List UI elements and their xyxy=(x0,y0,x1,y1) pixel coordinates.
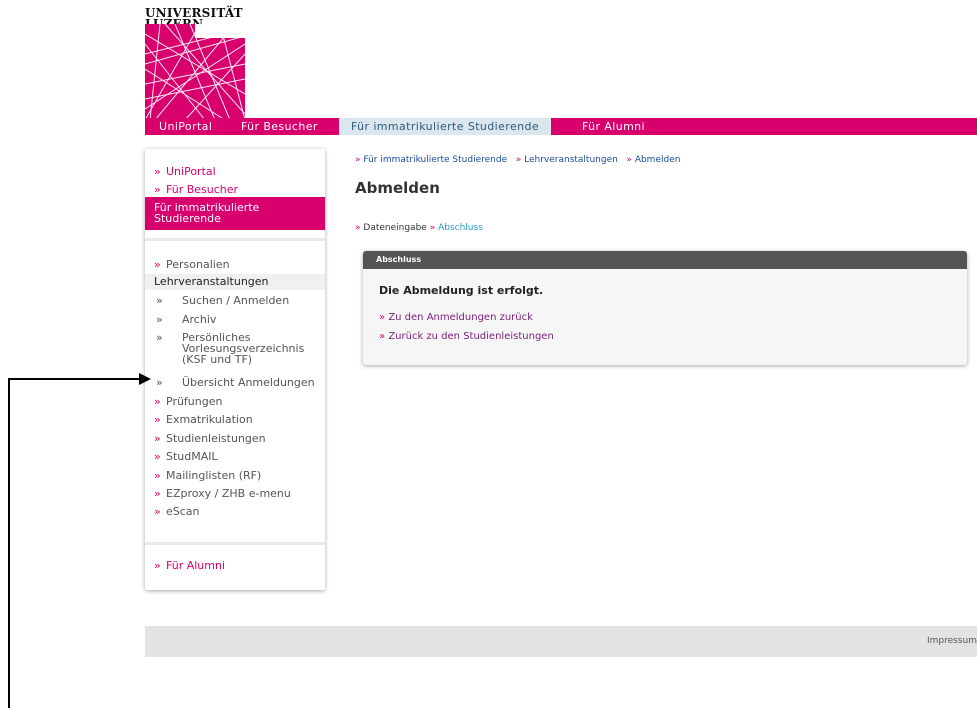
bullet-icon: » xyxy=(154,450,161,463)
bullet-icon: » xyxy=(156,294,163,307)
bullet-icon: » xyxy=(154,487,161,500)
logo-pattern-icon xyxy=(145,24,245,120)
bullet-icon: » xyxy=(156,376,163,389)
page-title: Abmelden xyxy=(355,179,440,197)
sidebar-item-label: Übersicht Anmeldungen xyxy=(182,376,315,389)
breadcrumb-lehrveranstaltungen[interactable]: Lehrveranstaltungen xyxy=(524,155,618,165)
bullet-icon: » xyxy=(154,469,161,482)
success-message: Die Abmeldung ist erfolgt. xyxy=(379,284,544,297)
result-panel: Abschluss Die Abmeldung ist erfolgt. » Z… xyxy=(363,251,967,365)
sidebar-item-label: UniPortal xyxy=(166,165,216,178)
back-to-studienleistungen-link[interactable]: » Zurück zu den Studienleistungen xyxy=(379,331,554,342)
link-marker-icon: » xyxy=(379,312,386,323)
footer: Impressum xyxy=(145,626,977,657)
sidebar-item-label: Lehrveranstaltungen xyxy=(154,275,269,288)
link-label: Zurück zu den Studienleistungen xyxy=(388,331,554,342)
bullet-icon: » xyxy=(154,413,161,426)
sidebar-divider xyxy=(145,542,325,545)
breadcrumb-separator-icon: » xyxy=(626,155,632,165)
bullet-icon: » xyxy=(154,165,161,178)
bullet-icon: » xyxy=(154,258,161,271)
breadcrumb-separator-icon: » xyxy=(355,155,361,165)
bullet-icon: » xyxy=(156,331,163,344)
sidebar-item-label: Archiv xyxy=(182,313,217,326)
sidebar-item-label: eScan xyxy=(166,505,200,518)
bullet-icon: » xyxy=(156,313,163,326)
breadcrumb-abmelden[interactable]: Abmelden xyxy=(635,155,681,165)
step-abschluss: Abschluss xyxy=(438,223,483,233)
sidebar-item-label: Für Alumni xyxy=(166,559,226,572)
nav-fuer-besucher[interactable]: Für Besucher xyxy=(241,118,318,135)
breadcrumb-studierende[interactable]: Für immatrikulierte Studierende xyxy=(363,155,507,165)
sidebar-item-label: Prüfungen xyxy=(166,395,223,408)
bullet-icon: » xyxy=(154,183,161,196)
sidebar-item-label: Studienleistungen xyxy=(166,432,266,445)
breadcrumb: » Für immatrikulierte Studierende » Lehr… xyxy=(355,155,680,165)
sidebar-item-label: Für Besucher xyxy=(166,183,239,196)
sidebar: » UniPortal » Für Besucher Für immatriku… xyxy=(145,149,325,590)
bullet-icon: » xyxy=(154,432,161,445)
step-marker-icon: » xyxy=(355,223,361,233)
back-to-registrations-link[interactable]: » Zu den Anmeldungen zurück xyxy=(379,312,533,323)
bullet-icon: » xyxy=(154,395,161,408)
step-marker-icon: » xyxy=(429,223,436,233)
panel-header: Abschluss xyxy=(363,251,967,269)
step-dateneingabe: Dateneingabe xyxy=(363,223,427,233)
sidebar-item-label: Mailinglisten (RF) xyxy=(166,469,262,482)
sidebar-item-label: StudMAIL xyxy=(166,450,218,463)
nav-fuer-alumni[interactable]: Für Alumni xyxy=(582,118,645,135)
panel-header-title: Abschluss xyxy=(376,255,422,264)
main-navigation: UniPortal Für Besucher Für immatrikulier… xyxy=(145,118,977,135)
nav-uniportal[interactable]: UniPortal xyxy=(159,118,212,135)
sidebar-item-label: Exmatrikulation xyxy=(166,413,253,426)
link-marker-icon: » xyxy=(379,331,386,342)
university-logo[interactable]: UNIVERSITÄT LUZERN xyxy=(145,7,245,120)
bullet-icon: » xyxy=(154,559,161,572)
nav-fuer-immatrikulierte-studierende[interactable]: Für immatrikulierte Studierende xyxy=(339,118,552,135)
sidebar-item-label: Suchen / Anmelden xyxy=(182,294,290,307)
bullet-icon: » xyxy=(154,505,161,518)
sidebar-item-label-line2: Studierende xyxy=(154,212,221,225)
sidebar-item-label-line3: (KSF und TF) xyxy=(182,353,253,366)
sidebar-item-lehrveranstaltungen[interactable]: Lehrveranstaltungen xyxy=(145,274,325,290)
breadcrumb-separator-icon: » xyxy=(515,155,522,165)
impressum-link[interactable]: Impressum xyxy=(927,636,977,646)
sidebar-item-label: Personalien xyxy=(166,258,230,271)
link-label: Zu den Anmeldungen zurück xyxy=(388,312,533,323)
sidebar-item-label: EZproxy / ZHB e-menu xyxy=(166,487,291,500)
sidebar-divider xyxy=(145,238,325,241)
progress-steps: » Dateneingabe » Abschluss xyxy=(355,223,483,233)
sidebar-item-fuer-immatrikulierte-studierende[interactable]: Für immatrikulierte Studierende xyxy=(145,197,325,230)
